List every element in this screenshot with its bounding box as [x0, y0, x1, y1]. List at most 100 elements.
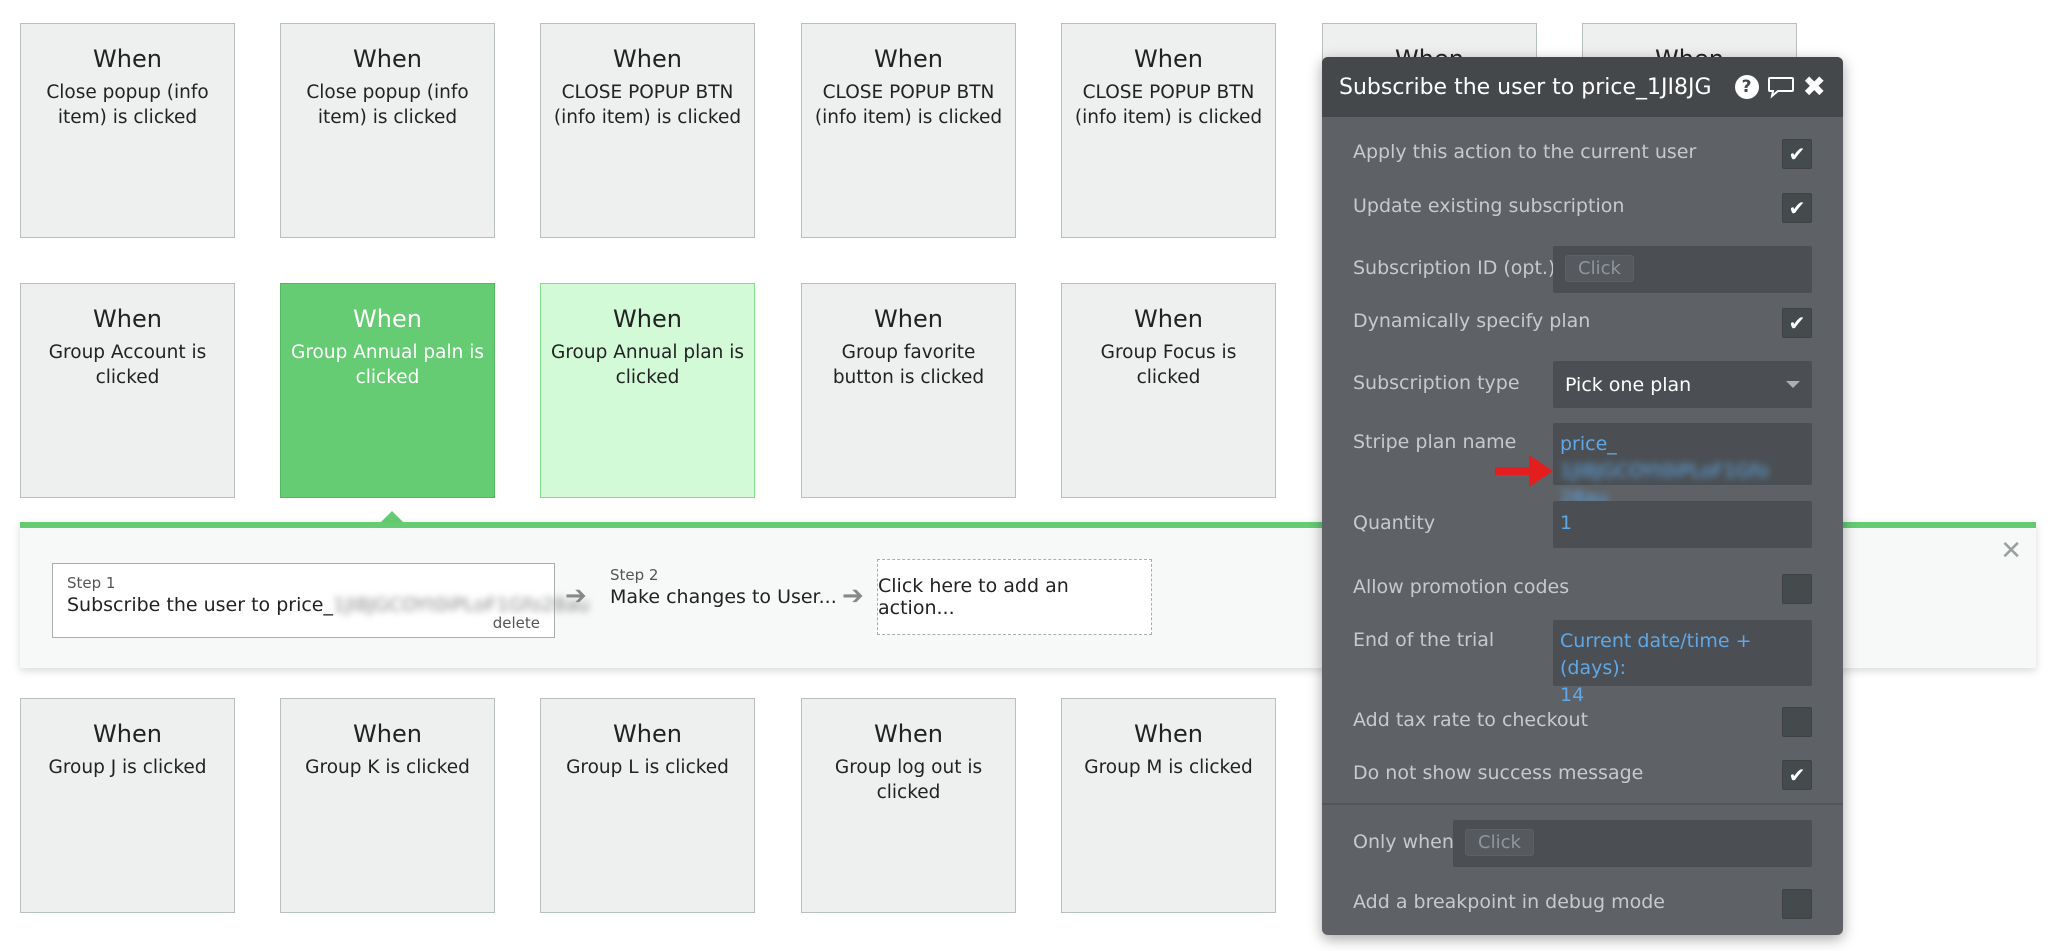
card-event-text: Close popup (info item) is clicked	[306, 82, 469, 128]
stripe-plan-name-field[interactable]: price_1JI8JGCOYt0iPLoF1Gfo 28au	[1553, 423, 1812, 509]
tax-rate-checkbox[interactable]	[1782, 707, 1812, 737]
field-label: Allow promotion codes	[1353, 576, 1570, 598]
section-divider	[1322, 803, 1843, 805]
workflow-card-group-k[interactable]: When Group K is clicked	[280, 698, 495, 913]
workflow-card-group-log-out[interactable]: When Group log out is clicked	[801, 698, 1016, 913]
step-1-label: Step 1	[67, 574, 116, 592]
chevron-down-icon	[1786, 381, 1800, 388]
trial-expression: Current date/time +(days):	[1560, 630, 1752, 679]
delete-step-link[interactable]: delete	[493, 614, 540, 632]
workflow-card-group-annual-plan[interactable]: When Group Annual plan is clicked	[540, 283, 755, 498]
field-label: Dynamically specify plan	[1353, 310, 1591, 332]
card-event-text: Close popup (info item) is clicked	[46, 82, 209, 128]
promo-codes-checkbox[interactable]	[1782, 574, 1812, 604]
action-property-editor: Subscribe the user to price_1JI8JG ? ✖ A…	[1322, 57, 1843, 935]
end-of-trial-field[interactable]: Current date/time +(days): 14	[1553, 620, 1812, 706]
plan-prefix: price_	[1560, 433, 1617, 455]
card-event-text: Group Annual plan is clicked	[551, 342, 744, 388]
workflow-card-close-popup-2[interactable]: When Close popup (info item) is clicked	[280, 23, 495, 238]
field-label: Subscription type	[1353, 372, 1520, 394]
workflow-card-group-m[interactable]: When Group M is clicked	[1061, 698, 1276, 913]
step-1-action[interactable]: Step 1 Subscribe the user to price_1JI8J…	[52, 563, 590, 638]
card-when-label: When	[874, 720, 943, 748]
dynamic-plan-checkbox[interactable]: ✔	[1782, 308, 1812, 338]
card-when-label: When	[613, 720, 682, 748]
comment-icon[interactable]	[1767, 75, 1795, 99]
workflow-card-close-popup-btn-2[interactable]: When CLOSE POPUP BTN (info item) is clic…	[801, 23, 1016, 238]
close-actions-bar-icon[interactable]: ✕	[2000, 538, 2022, 564]
subscription-id-field[interactable]: Click	[1553, 246, 1812, 293]
field-label: Update existing subscription	[1353, 195, 1625, 217]
apply-current-user-row: Apply this action to the current user ✔	[1322, 139, 1843, 169]
arrow-right-icon: ➔	[842, 581, 864, 611]
click-placeholder[interactable]: Click	[1565, 255, 1634, 282]
step-1-text-visible: Subscribe the user to price_	[67, 594, 333, 616]
field-label: Do not show success message	[1353, 762, 1644, 784]
card-when-label: When	[874, 305, 943, 333]
card-when-label: When	[874, 45, 943, 73]
step-2-action[interactable]: Step 2 Make changes to User...	[610, 566, 837, 610]
card-when-label: When	[93, 720, 162, 748]
workflow-card-close-popup-1[interactable]: When Close popup (info item) is clicked	[20, 23, 235, 238]
card-when-label: When	[93, 305, 162, 333]
only-when-condition-field[interactable]: Click	[1453, 820, 1812, 867]
apply-current-user-checkbox[interactable]: ✔	[1782, 139, 1812, 169]
card-event-text: Group M is clicked	[1084, 757, 1253, 778]
field-label: Stripe plan name	[1353, 431, 1517, 453]
workflow-card-group-favorite-button[interactable]: When Group favorite button is clicked	[801, 283, 1016, 498]
workflow-card-group-j[interactable]: When Group J is clicked	[20, 698, 235, 913]
workflow-card-group-focus[interactable]: When Group Focus is clicked	[1061, 283, 1276, 498]
update-existing-row: Update existing subscription ✔	[1322, 193, 1843, 223]
trial-days: 14	[1560, 684, 1585, 706]
card-event-text: Group K is clicked	[305, 757, 470, 778]
card-when-label: When	[353, 720, 422, 748]
card-when-label: When	[1134, 45, 1203, 73]
workflow-card-group-annual-paln[interactable]: When Group Annual paln is clicked	[280, 283, 495, 498]
update-existing-checkbox[interactable]: ✔	[1782, 193, 1812, 223]
dropdown-value: Pick one plan	[1565, 373, 1692, 396]
add-action-button[interactable]: Click here to add an action...	[877, 559, 1152, 635]
panel-title: Subscribe the user to price_1JI8JG	[1339, 74, 1712, 100]
card-event-text: Group Account is clicked	[48, 342, 207, 388]
breakpoint-checkbox[interactable]	[1782, 889, 1812, 919]
card-when-label: When	[353, 305, 422, 333]
card-event-text: Group L is clicked	[566, 757, 729, 778]
card-when-label: When	[613, 45, 682, 73]
breakpoint-row: Add a breakpoint in debug mode	[1322, 889, 1843, 919]
dynamic-plan-row: Dynamically specify plan ✔	[1322, 308, 1843, 338]
subscription-type-row: Subscription type Pick one plan	[1322, 361, 1843, 408]
click-placeholder[interactable]: Click	[1465, 829, 1534, 856]
arrow-right-icon: ➔	[565, 581, 587, 611]
field-label: Add a breakpoint in debug mode	[1353, 891, 1665, 913]
workflow-card-group-l[interactable]: When Group L is clicked	[540, 698, 755, 913]
card-event-text: Group favorite button is clicked	[832, 342, 985, 388]
subscription-type-dropdown[interactable]: Pick one plan	[1553, 361, 1812, 408]
plan-redacted-id: 1JI8JGCOYt0iPLoF1Gfo	[1560, 460, 1769, 482]
quantity-row: Quantity 1	[1322, 501, 1843, 548]
subscription-id-row: Subscription ID (opt.) Click	[1322, 246, 1843, 293]
no-success-message-checkbox[interactable]: ✔	[1782, 760, 1812, 790]
stripe-plan-row: Stripe plan name price_ 1JI8JGCOYt0iPLoF1…	[1322, 423, 1843, 509]
card-when-label: When	[1134, 305, 1203, 333]
workflow-card-group-account[interactable]: When Group Account is clicked	[20, 283, 235, 498]
card-when-label: When	[613, 305, 682, 333]
field-label: Quantity	[1353, 512, 1436, 534]
quantity-field[interactable]: 1	[1553, 501, 1812, 548]
promo-codes-row: Allow promotion codes	[1322, 574, 1843, 604]
card-when-label: When	[353, 45, 422, 73]
card-event-text: Group Annual paln is clicked	[291, 342, 484, 388]
red-arrow-annotation-icon	[1495, 455, 1553, 487]
field-label: Subscription ID (opt.)	[1353, 257, 1556, 279]
help-icon[interactable]: ?	[1734, 75, 1759, 99]
workflow-card-close-popup-btn-3[interactable]: When CLOSE POPUP BTN (info item) is clic…	[1061, 23, 1276, 238]
field-label: Apply this action to the current user	[1353, 141, 1697, 163]
panel-header: Subscribe the user to price_1JI8JG ? ✖	[1322, 57, 1843, 117]
card-when-label: When	[1134, 720, 1203, 748]
close-icon[interactable]: ✖	[1803, 73, 1826, 101]
card-event-text: Group log out is clicked	[834, 757, 983, 803]
card-event-text: CLOSE POPUP BTN (info item) is clicked	[1074, 82, 1263, 128]
workflow-card-close-popup-btn-1[interactable]: When CLOSE POPUP BTN (info item) is clic…	[540, 23, 755, 238]
step-1-text: Subscribe the user to price_1JI8JGCOYt0i…	[67, 592, 590, 618]
field-label: Only when	[1353, 831, 1454, 853]
card-event-text: Group J is clicked	[48, 757, 207, 778]
